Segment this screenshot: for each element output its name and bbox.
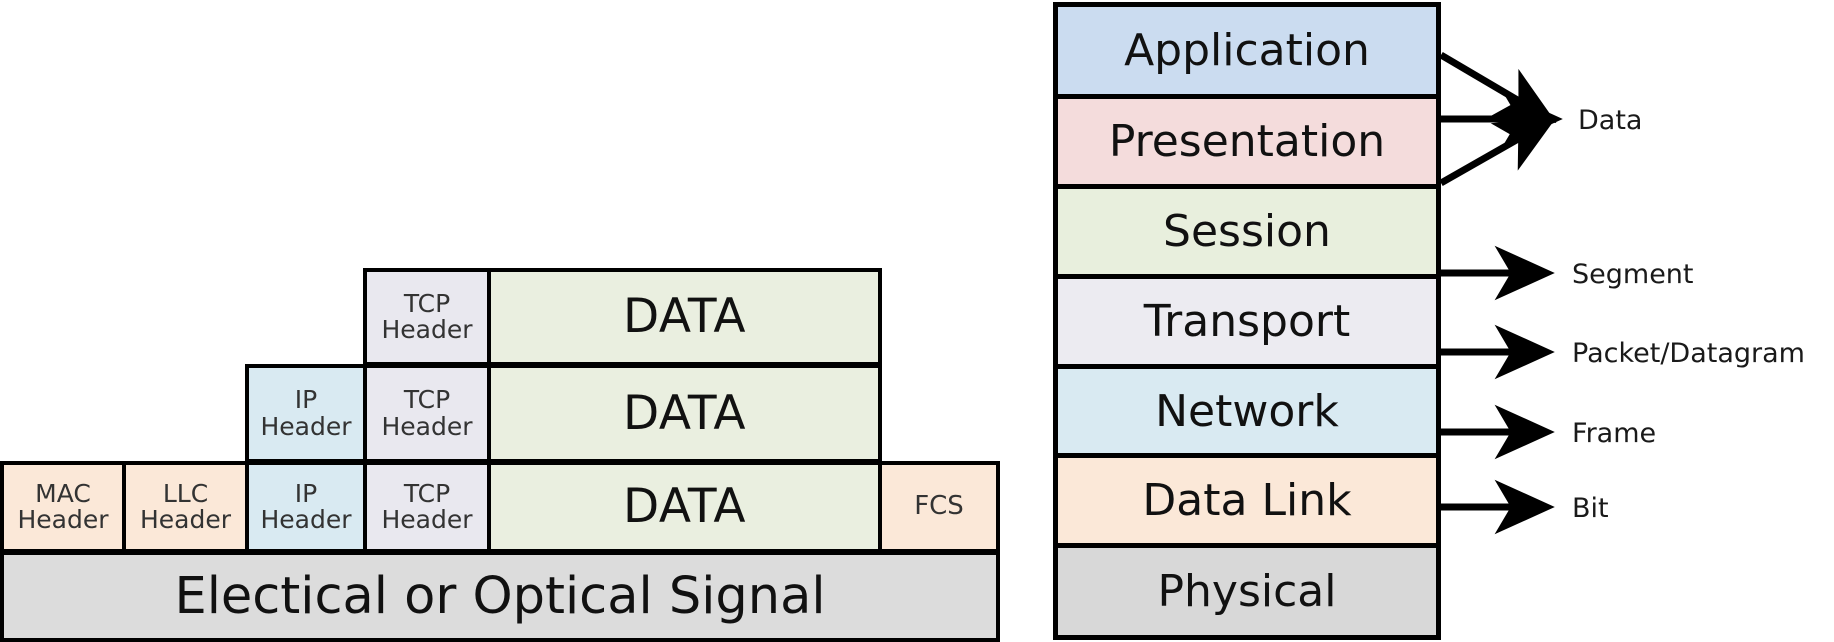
mac-header-line1: MAC xyxy=(35,478,91,508)
data-label-row3: DATA xyxy=(622,479,747,535)
osi-layer-network[interactable]: Network xyxy=(1058,369,1436,458)
cell-ip-header-row2: IP Header xyxy=(245,364,367,463)
cell-data-row3: DATA xyxy=(487,461,882,553)
osi-layer-application-label: Application xyxy=(1124,25,1370,76)
physical-signal-label: Electical or Optical Signal xyxy=(174,566,826,626)
cell-data-row2: DATA xyxy=(487,364,882,463)
pdu-label-frame-text: Frame xyxy=(1572,418,1657,449)
arrow-application-to-data xyxy=(1439,51,1557,123)
osi-layer-session-label: Session xyxy=(1163,206,1331,257)
pdu-label-bit: Bit xyxy=(1572,493,1609,524)
ip-header-line2: Header xyxy=(260,411,352,441)
diagram-canvas: TCP Header DATA IP Header TCP Header DAT… xyxy=(0,0,1834,642)
osi-layer-transport-label: Transport xyxy=(1143,296,1351,347)
pdu-label-data-text: Data xyxy=(1578,105,1643,136)
osi-layer-session[interactable]: Session xyxy=(1058,189,1436,279)
tcp-header-line2: Header xyxy=(381,315,473,344)
data-label-row1: DATA xyxy=(622,289,747,345)
osi-layer-data-link-label: Data Link xyxy=(1142,475,1352,526)
tcp-header-line2-row3: Header xyxy=(381,505,473,534)
tcp-header-line2-row2: Header xyxy=(381,411,473,441)
cell-tcp-header-row2: TCP Header xyxy=(363,364,491,463)
osi-layer-transport[interactable]: Transport xyxy=(1058,279,1436,369)
ip-header-line2-row3: Header xyxy=(260,505,352,534)
pdu-label-data: Data xyxy=(1578,105,1642,136)
cell-data-row1: DATA xyxy=(487,268,882,366)
osi-layer-presentation-label: Presentation xyxy=(1108,116,1386,167)
llc-header-line1: LLC xyxy=(162,478,209,508)
pdu-label-bit-text: Bit xyxy=(1572,493,1609,524)
cell-mac-header-row3: MAC Header xyxy=(0,461,126,553)
tcp-header-line1: TCP xyxy=(403,288,451,318)
pdu-label-segment: Segment xyxy=(1572,259,1694,290)
fcs-label: FCS xyxy=(914,491,964,522)
cell-tcp-header-row1: TCP Header xyxy=(363,268,491,366)
ip-header-line1: IP xyxy=(294,385,318,415)
pdu-label-frame: Frame xyxy=(1572,418,1656,449)
arrow-session-to-data xyxy=(1439,117,1557,187)
osi-layer-physical[interactable]: Physical xyxy=(1058,548,1436,635)
data-label-row2: DATA xyxy=(622,385,747,441)
osi-layer-presentation[interactable]: Presentation xyxy=(1058,99,1436,189)
osi-layer-application[interactable]: Application xyxy=(1058,7,1436,99)
cell-llc-header-row3: LLC Header xyxy=(122,461,249,553)
tcp-header-line1-row2: TCP xyxy=(403,385,451,415)
cell-fcs-row3: FCS xyxy=(878,461,1000,553)
osi-layer-data-link[interactable]: Data Link xyxy=(1058,458,1436,548)
tcp-header-line1-row3: TCP xyxy=(403,478,451,508)
pdu-label-packet-text: Packet/Datagram xyxy=(1572,338,1805,369)
osi-layer-physical-label: Physical xyxy=(1157,566,1337,617)
cell-ip-header-row3: IP Header xyxy=(245,461,367,553)
llc-header-line2: Header xyxy=(139,505,232,534)
mac-header-line2: Header xyxy=(17,505,109,534)
osi-layer-stack: Application Presentation Session Transpo… xyxy=(1053,2,1441,640)
osi-layer-network-label: Network xyxy=(1155,385,1339,437)
cell-tcp-header-row3: TCP Header xyxy=(363,461,491,553)
cell-physical-signal: Electical or Optical Signal xyxy=(0,551,1000,642)
pdu-label-packet-datagram: Packet/Datagram xyxy=(1572,338,1805,369)
ip-header-line1-row3: IP xyxy=(294,478,318,508)
pdu-label-segment-text: Segment xyxy=(1572,259,1694,290)
